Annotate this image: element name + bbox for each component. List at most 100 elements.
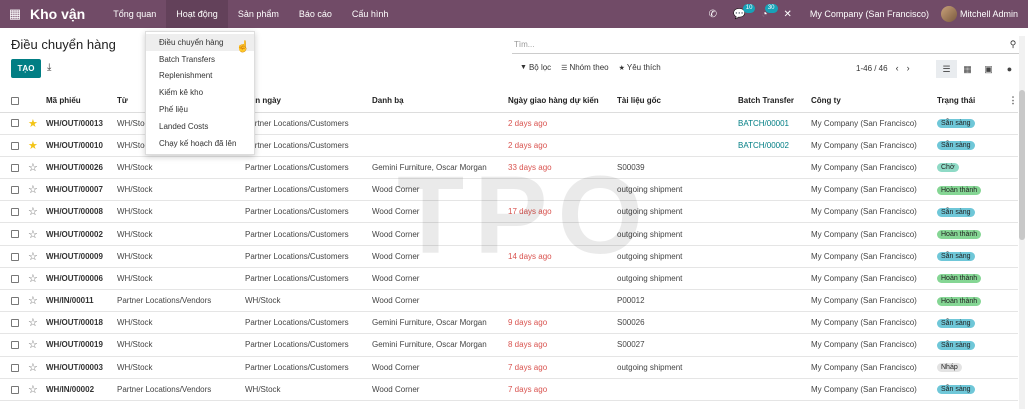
dropdown-item-landed-costs[interactable]: Landed Costs: [146, 118, 254, 135]
cell-source-document: outgoing shipment: [617, 222, 738, 246]
table-row[interactable]: ☆ WH/OUT/00008 WH/Stock Partner Locations/C…: [0, 200, 1018, 224]
row-checkbox[interactable]: [11, 274, 19, 283]
cell-batch-transfer[interactable]: BATCH/00001: [738, 112, 811, 135]
row-checkbox[interactable]: [11, 163, 19, 172]
cell-batch-transfer[interactable]: [738, 245, 811, 268]
row-checkbox[interactable]: [11, 119, 19, 128]
menu-operations[interactable]: Hoạt động: [166, 0, 228, 28]
table-row[interactable]: ☆ WH/OUT/00002 WH/Stock Partner Locations/C…: [0, 222, 1018, 246]
column-reference[interactable]: Mã phiếu: [46, 90, 117, 113]
company-switcher[interactable]: My Company (San Francisco): [800, 9, 941, 19]
cell-reference: WH/OUT/00026: [46, 156, 117, 180]
cell-batch-transfer[interactable]: [738, 200, 811, 224]
star-icon[interactable]: ☆: [28, 273, 38, 285]
star-icon[interactable]: ☆: [28, 184, 38, 196]
cell-batch-transfer[interactable]: [738, 333, 811, 357]
dropdown-item-inventory-adjustments[interactable]: Kiểm kê kho: [146, 84, 254, 101]
star-icon[interactable]: ☆: [28, 339, 38, 351]
create-button[interactable]: TẠO: [11, 59, 41, 78]
table-row[interactable]: ☆ WH/OUT/00009 WH/Stock Partner Locations/C…: [0, 245, 1018, 268]
column-contact[interactable]: Danh bạ: [372, 90, 508, 113]
star-icon[interactable]: ☆: [28, 384, 38, 396]
dropdown-item-scrap[interactable]: Phế liệu: [146, 101, 254, 118]
row-checkbox[interactable]: [11, 341, 19, 350]
search-input[interactable]: [512, 40, 1006, 49]
optional-columns-icon[interactable]: ⋮: [1008, 90, 1018, 113]
row-checkbox[interactable]: [11, 385, 19, 394]
star-icon[interactable]: ★: [28, 140, 38, 152]
table-row[interactable]: ☆ WH/OUT/00007 WH/Stock Partner Locations/C…: [0, 178, 1018, 202]
column-scheduled-date[interactable]: Ngày giao hàng dự kiến: [508, 90, 617, 113]
user-menu[interactable]: Mitchell Admin: [940, 6, 1028, 22]
row-checkbox[interactable]: [11, 252, 19, 261]
favorites-button[interactable]: ★ Yêu thích: [619, 63, 661, 72]
menu-reporting[interactable]: Báo cáo: [289, 0, 342, 28]
row-checkbox[interactable]: [11, 363, 19, 372]
star-icon[interactable]: ☆: [28, 251, 38, 263]
row-checkbox[interactable]: [11, 208, 19, 217]
dropdown-item-batch-transfers[interactable]: Batch Transfers: [146, 51, 254, 68]
cell-to: Partner Locations/Customers: [245, 156, 372, 180]
cell-reference: WH/OUT/00010: [46, 134, 117, 157]
cell-from: Partner Locations/Vendors: [117, 378, 245, 401]
table-row[interactable]: ☆ WH/OUT/00003 WH/Stock Partner Locations/C…: [0, 356, 1018, 379]
select-all-checkbox[interactable]: [11, 97, 19, 106]
chevron-left-icon[interactable]: ‹: [896, 63, 899, 73]
column-to[interactable]: Đến ngày: [245, 90, 372, 113]
row-checkbox[interactable]: [11, 296, 19, 305]
star-icon[interactable]: ☆: [28, 317, 38, 329]
cell-batch-transfer[interactable]: [738, 378, 811, 401]
apps-menu-icon[interactable]: ▦: [0, 0, 30, 28]
cell-source-document: S00027: [617, 333, 738, 357]
star-icon[interactable]: ☆: [28, 229, 38, 241]
close-icon[interactable]: ✕: [776, 0, 800, 28]
table-row[interactable]: ☆ WH/OUT/00018 WH/Stock Partner Locations/C…: [0, 311, 1018, 335]
cell-batch-transfer[interactable]: [738, 222, 811, 246]
cell-batch-transfer[interactable]: [738, 356, 811, 379]
chat-icon[interactable]: 💬 10: [725, 0, 756, 28]
table-row[interactable]: ☆ WH/IN/00002 Partner Locations/Vendors WH/…: [0, 378, 1018, 401]
star-icon[interactable]: ☆: [28, 295, 38, 307]
star-icon[interactable]: ★: [28, 118, 38, 130]
table-row[interactable]: ☆ WH/OUT/00006 WH/Stock Partner Locations/C…: [0, 267, 1018, 291]
chevron-right-icon[interactable]: ›: [907, 63, 910, 73]
kanban-view-icon[interactable]: ▦: [957, 60, 978, 78]
phone-icon[interactable]: ✆: [701, 0, 725, 28]
cell-batch-transfer[interactable]: [738, 311, 811, 335]
table-row[interactable]: ☆ WH/OUT/00019 WH/Stock Partner Locations/C…: [0, 333, 1018, 357]
download-icon[interactable]: ⤓: [47, 62, 51, 73]
calendar-view-icon[interactable]: ▣: [978, 60, 999, 78]
row-checkbox[interactable]: [11, 319, 19, 328]
pager-value[interactable]: 1-46 / 46: [856, 64, 888, 73]
table-row[interactable]: ☆ WH/IN/00011 Partner Locations/Vendors WH/…: [0, 289, 1018, 313]
star-icon[interactable]: ☆: [28, 362, 38, 374]
activity-icon[interactable]: ◔ 30: [753, 0, 778, 28]
menu-overview[interactable]: Tổng quan: [103, 0, 166, 28]
star-icon[interactable]: ☆: [28, 206, 38, 218]
filters-button[interactable]: ▼ Bộ lọc: [520, 63, 551, 72]
row-checkbox[interactable]: [11, 186, 19, 195]
star-icon[interactable]: ☆: [28, 162, 38, 174]
column-batch-transfer[interactable]: Batch Transfer: [738, 90, 811, 113]
dropdown-item-replenishment[interactable]: Replenishment: [146, 68, 254, 85]
menu-configuration[interactable]: Cấu hình: [342, 0, 399, 28]
map-view-icon[interactable]: ●: [999, 60, 1020, 78]
row-checkbox[interactable]: [11, 230, 19, 239]
app-brand[interactable]: Kho vận: [30, 6, 85, 22]
cell-batch-transfer[interactable]: [738, 178, 811, 202]
cell-batch-transfer[interactable]: [738, 267, 811, 291]
cell-batch-transfer[interactable]: [738, 156, 811, 180]
cell-batch-transfer[interactable]: [738, 289, 811, 313]
table-row[interactable]: ☆ WH/OUT/00026 WH/Stock Partner Locations/C…: [0, 156, 1018, 180]
menu-products[interactable]: Sản phẩm: [228, 0, 289, 28]
list-view-icon[interactable]: ☰: [936, 60, 957, 78]
row-checkbox[interactable]: [11, 141, 19, 150]
column-status[interactable]: Trạng thái: [937, 90, 1008, 113]
dropdown-item-run-scheduler[interactable]: Chạy kế hoạch đã lên: [146, 135, 254, 152]
scrollbar-thumb[interactable]: [1019, 90, 1025, 240]
group-by-button[interactable]: ☰ Nhóm theo: [561, 63, 608, 72]
column-company[interactable]: Công ty: [811, 90, 937, 113]
column-source-document[interactable]: Tài liệu gốc: [617, 90, 738, 113]
cell-batch-transfer[interactable]: BATCH/00002: [738, 134, 811, 157]
search-icon[interactable]: ⚲: [1006, 39, 1020, 50]
